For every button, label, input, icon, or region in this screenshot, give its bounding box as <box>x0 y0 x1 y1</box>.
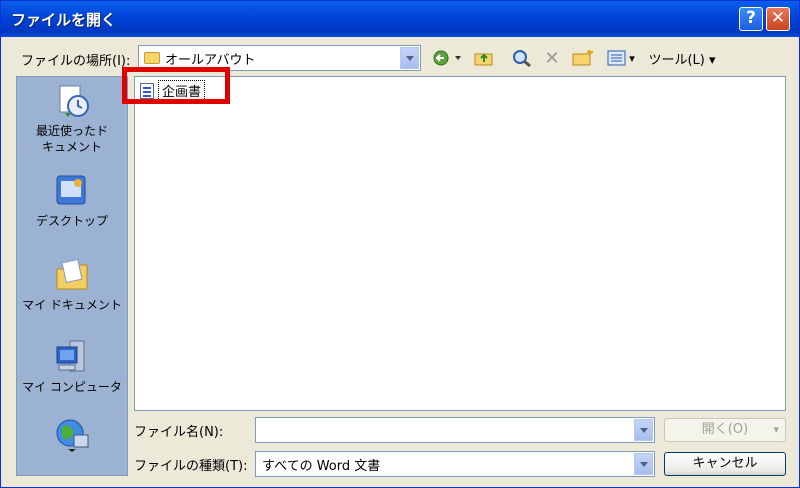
open-button-label: 開く(O) <box>701 422 749 437</box>
file-name-label: ファイル名(N): <box>134 425 224 440</box>
views-button[interactable]: ▾ <box>605 48 637 68</box>
file-list[interactable]: 企画書 <box>134 76 786 411</box>
close-icon: ✕ <box>770 8 786 28</box>
open-button[interactable]: 開く(O) ▾ <box>664 418 786 442</box>
desktop-icon <box>54 173 90 209</box>
place-label: デスクトップ <box>35 214 108 228</box>
delete-button[interactable]: ✕ <box>541 47 563 69</box>
recent-documents-icon <box>54 83 90 119</box>
place-label: マイ コンピュータ <box>22 380 122 394</box>
back-arrow-icon <box>433 50 461 66</box>
help-button[interactable]: ? <box>739 7 763 31</box>
place-network[interactable] <box>17 417 127 457</box>
close-button[interactable]: ✕ <box>766 7 790 31</box>
up-folder-icon <box>474 53 493 66</box>
new-folder-button[interactable] <box>571 48 595 68</box>
places-bar: 最近使ったド キュメント デスクトップ マイ ドキュメント マイ コンピュータ <box>16 76 128 476</box>
my-documents-icon <box>54 257 90 293</box>
back-button[interactable] <box>433 48 463 68</box>
new-folder-icon <box>572 49 593 66</box>
file-name-input[interactable] <box>255 417 655 443</box>
chevron-down-icon[interactable] <box>634 453 653 475</box>
look-in-label: ファイルの場所(I): <box>21 54 131 69</box>
chevron-down-icon[interactable] <box>400 47 419 69</box>
place-desktop[interactable]: デスクトップ <box>17 173 127 229</box>
up-folder-button[interactable] <box>473 48 495 68</box>
my-computer-icon <box>54 339 90 375</box>
title-bar[interactable]: ファイルを開く ? ✕ <box>1 1 799 37</box>
network-places-icon <box>54 417 90 453</box>
place-recent-documents[interactable]: 最近使ったド キュメント <box>17 83 127 155</box>
views-icon <box>607 50 626 66</box>
folder-icon <box>144 52 160 64</box>
tools-menu[interactable]: ツール(L) ▾ <box>646 48 718 68</box>
file-type-label: ファイルの種類(T): <box>134 459 248 474</box>
views-dropdown-icon: ▾ <box>629 51 635 65</box>
search-web-button[interactable] <box>511 48 533 68</box>
place-my-computer[interactable]: マイ コンピュータ <box>17 339 127 395</box>
file-type-select[interactable]: すべての Word 文書 <box>255 451 655 477</box>
window-title: ファイルを開く <box>11 11 117 29</box>
help-icon: ? <box>746 8 756 28</box>
delete-icon: ✕ <box>544 47 560 69</box>
cancel-button-label: キャンセル <box>692 456 758 471</box>
look-in-value: オールアバウト <box>165 53 256 68</box>
cancel-button[interactable]: キャンセル <box>664 452 786 476</box>
chevron-down-icon[interactable] <box>634 419 653 441</box>
place-label: マイ ドキュメント <box>22 298 122 312</box>
file-type-value: すべての Word 文書 <box>262 459 381 474</box>
open-dropdown-icon: ▾ <box>773 423 779 436</box>
highlight-box <box>122 67 230 104</box>
place-my-documents[interactable]: マイ ドキュメント <box>17 257 127 313</box>
tools-label: ツール(L) ▾ <box>648 52 716 68</box>
search-icon <box>513 50 531 67</box>
place-label: 最近使ったド キュメント <box>35 124 108 154</box>
open-file-dialog: ファイルを開く ? ✕ ファイルの場所(I): オールアバウト ✕ ▾ ツール(… <box>0 0 800 488</box>
